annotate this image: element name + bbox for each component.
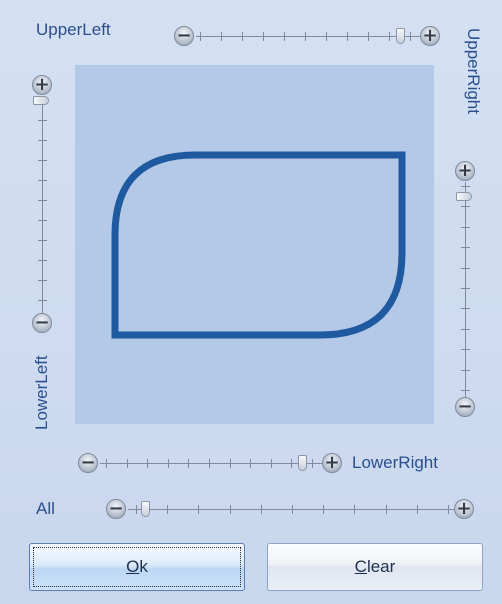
upper-right-thumb[interactable] [456, 192, 472, 202]
clear-mnemonic: C [354, 557, 367, 576]
slider-tick [448, 505, 449, 514]
slider-tick [385, 505, 387, 514]
slider-tick [263, 32, 264, 41]
slider-tick [312, 459, 313, 468]
slider-tick [305, 32, 306, 41]
slider-tick [229, 459, 231, 468]
slider-tick [209, 459, 210, 468]
slider-tick [284, 32, 285, 41]
upper-right-increase-button[interactable]: + [455, 161, 475, 181]
clear-label-rest: lear [366, 557, 396, 576]
slider-tick [38, 280, 47, 281]
upper-right-track[interactable] [465, 182, 466, 398]
slider-tick [368, 32, 369, 41]
slider-tick [250, 459, 252, 468]
upper-left-track[interactable] [196, 36, 420, 37]
slider-tick [461, 226, 470, 228]
slider-tick [461, 288, 470, 289]
rounded-rectangle-shape [111, 151, 406, 339]
lower-left-track[interactable] [42, 96, 43, 314]
slider-tick [461, 390, 470, 391]
slider-tick [167, 459, 169, 468]
slider-tick [292, 505, 293, 514]
slider-tick [38, 220, 47, 221]
slider-tick [38, 140, 47, 141]
slider-tick [38, 300, 47, 301]
slider-tick [326, 32, 327, 41]
slider-tick [200, 32, 201, 41]
lower-right-decrease-button[interactable]: − [78, 453, 98, 473]
slider-tick [167, 505, 169, 514]
slider-tick [229, 505, 231, 514]
slider-tick [461, 247, 470, 249]
slider-tick [354, 505, 356, 514]
slider-tick [106, 459, 107, 468]
all-label: All [36, 499, 55, 518]
slider-tick [461, 349, 470, 351]
slider-tick [323, 505, 325, 514]
slider-tick [291, 459, 293, 468]
slider-tick [347, 32, 348, 41]
slider-tick [126, 459, 128, 468]
clear-button[interactable]: Clear [267, 543, 483, 591]
slider-tick [38, 160, 47, 161]
upper-left-increase-button[interactable]: + [420, 26, 440, 46]
focus-rectangle [33, 547, 241, 587]
ok-button[interactable]: Ok [29, 543, 245, 591]
all-increase-button[interactable]: + [454, 499, 474, 519]
upper-right-label: UpperRight [464, 28, 483, 114]
slider-tick [136, 505, 137, 514]
slider-tick [221, 32, 222, 41]
slider-tick [38, 240, 47, 241]
lower-right-thumb[interactable] [297, 455, 307, 471]
upper-left-decrease-button[interactable]: − [174, 26, 194, 46]
lower-right-increase-button[interactable]: + [322, 453, 342, 473]
lower-right-label: LowerRight [352, 453, 438, 472]
all-track[interactable] [128, 509, 454, 510]
slider-tick [461, 206, 470, 208]
shape-preview [75, 65, 434, 424]
lower-left-thumb[interactable] [33, 96, 49, 105]
slider-tick [461, 267, 470, 269]
lower-left-decrease-button[interactable]: − [32, 313, 52, 333]
slider-tick [461, 186, 470, 187]
slider-tick [461, 328, 470, 330]
all-decrease-button[interactable]: − [106, 499, 126, 519]
slider-tick [38, 120, 47, 121]
slider-tick [461, 369, 470, 371]
slider-tick [461, 308, 470, 310]
corner-radius-dialog: UpperLeft UpperRight LowerLeft LowerRigh… [0, 0, 502, 604]
slider-tick [38, 180, 47, 181]
slider-tick [260, 505, 262, 514]
slider-tick [38, 200, 47, 201]
lower-left-increase-button[interactable]: + [32, 75, 52, 95]
slider-tick [389, 32, 390, 41]
upper-left-label: UpperLeft [36, 20, 111, 39]
upper-left-thumb[interactable] [395, 28, 405, 44]
lower-right-track[interactable] [100, 463, 322, 464]
lower-left-label: LowerLeft [32, 355, 51, 430]
all-thumb[interactable] [141, 501, 151, 517]
slider-tick [188, 459, 190, 468]
slider-tick [38, 260, 47, 261]
slider-tick [198, 505, 200, 514]
slider-tick [410, 32, 411, 41]
slider-tick [270, 459, 272, 468]
slider-tick [416, 505, 418, 514]
upper-right-decrease-button[interactable]: − [455, 397, 475, 417]
slider-tick [147, 459, 149, 468]
slider-tick [242, 32, 243, 41]
